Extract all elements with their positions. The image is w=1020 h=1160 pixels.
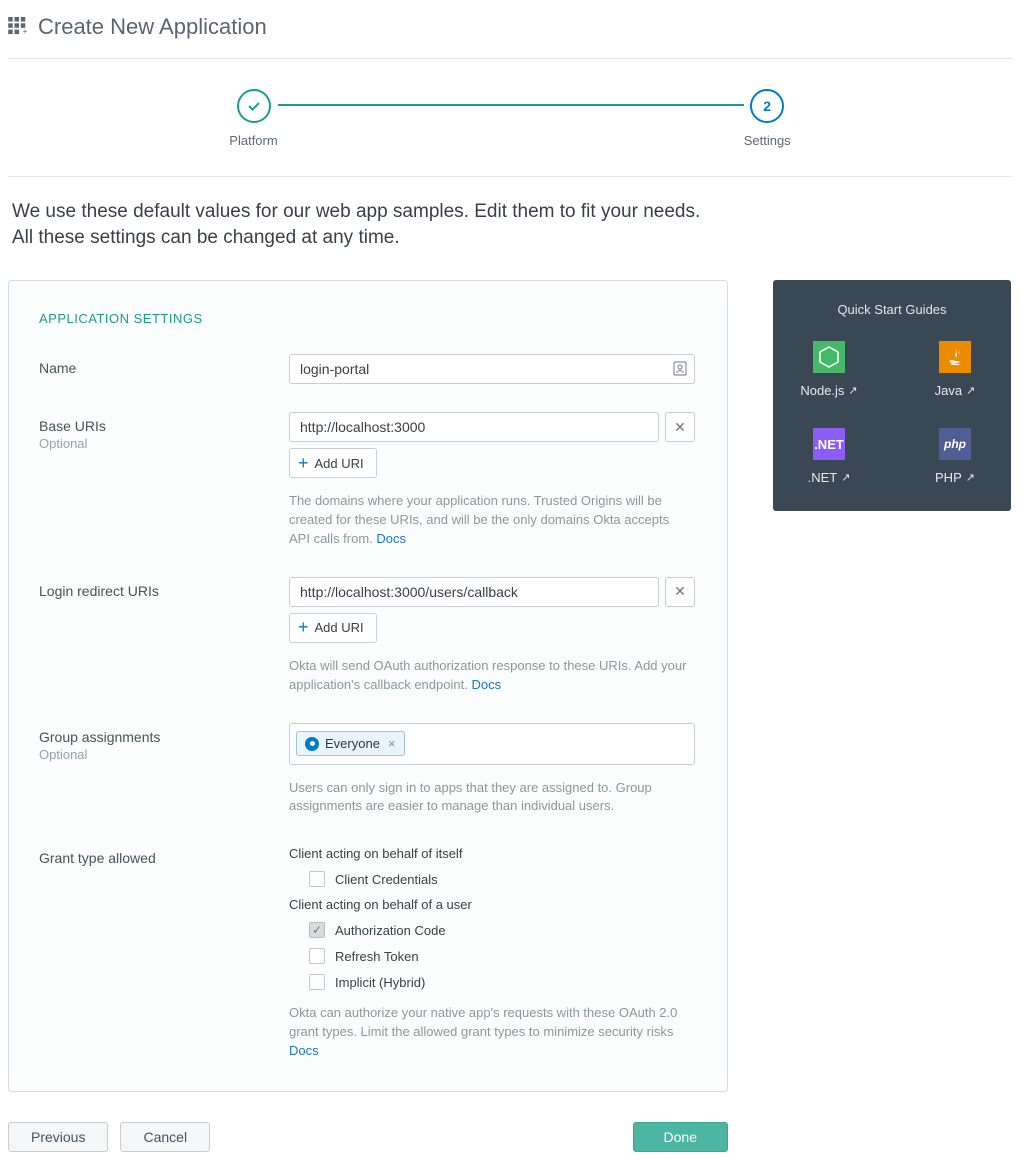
checkbox-icon [309, 974, 325, 990]
add-uri-label: Add URI [315, 456, 364, 471]
intro-line: We use these default values for our web … [12, 199, 1012, 225]
step-label: Settings [744, 133, 791, 148]
checkbox-implicit[interactable]: Implicit (Hybrid) [289, 974, 697, 990]
grant-help: Okta can authorize your native app's req… [289, 1004, 689, 1061]
external-icon: ↗ [848, 384, 857, 397]
base-uri-docs-link[interactable]: Docs [376, 531, 406, 546]
login-redirect-help: Okta will send OAuth authorization respo… [289, 657, 689, 695]
groups-input[interactable]: Everyone × [289, 723, 695, 765]
guide-label: PHP [935, 470, 962, 485]
group-chip-label: Everyone [325, 736, 380, 751]
checkbox-label: Authorization Code [335, 923, 446, 938]
java-icon [939, 341, 971, 373]
external-icon: ↗ [966, 384, 975, 397]
groups-sublabel: Optional [39, 747, 289, 762]
checkbox-authorization-code[interactable]: Authorization Code [289, 922, 697, 938]
login-redirect-docs-link[interactable]: Docs [471, 677, 501, 692]
check-icon [237, 89, 271, 123]
checkbox-label: Refresh Token [335, 949, 419, 964]
stepper: Platform 2 Settings [8, 59, 1012, 177]
guide-nodejs[interactable]: Node.js ↗ [791, 341, 867, 398]
grant-docs-link[interactable]: Docs [289, 1043, 319, 1058]
guides-title: Quick Start Guides [791, 302, 993, 317]
settings-card: APPLICATION SETTINGS Name [8, 280, 728, 1091]
checkbox-client-credentials[interactable]: Client Credentials [289, 871, 697, 887]
checkbox-icon [309, 948, 325, 964]
add-base-uri-button[interactable]: + Add URI [289, 448, 377, 478]
nodejs-icon [813, 341, 845, 373]
grant-type-label: Grant type allowed [39, 850, 289, 866]
section-title: APPLICATION SETTINGS [39, 311, 697, 326]
plus-icon: + [298, 453, 309, 474]
base-uris-label: Base URIs [39, 418, 289, 434]
intro-line: All these settings can be changed at any… [12, 225, 1012, 251]
intro-text: We use these default values for our web … [8, 177, 1012, 280]
svg-text:+: + [23, 27, 28, 35]
guides-card: Quick Start Guides Node.js ↗ Java ↗ .NET [773, 280, 1011, 511]
name-input[interactable] [289, 354, 695, 384]
page-header: + Create New Application [8, 8, 1012, 59]
group-chip-everyone[interactable]: Everyone × [296, 731, 405, 756]
close-icon: ✕ [674, 419, 686, 436]
guide-label: Node.js [800, 383, 844, 398]
login-redirect-input[interactable] [289, 577, 659, 607]
guide-java[interactable]: Java ↗ [917, 341, 993, 398]
previous-button[interactable]: Previous [8, 1122, 108, 1152]
guide-label: Java [935, 383, 962, 398]
step-platform[interactable]: Platform [229, 89, 277, 148]
external-icon: ↗ [841, 471, 850, 484]
checkbox-icon [309, 871, 325, 887]
guide-label: .NET [808, 470, 838, 485]
page-title: Create New Application [38, 14, 267, 40]
done-button[interactable]: Done [633, 1122, 728, 1152]
base-uri-input[interactable] [289, 412, 659, 442]
dotnet-icon: .NET [813, 428, 845, 460]
name-label: Name [39, 360, 289, 376]
login-redirect-label: Login redirect URIs [39, 583, 289, 599]
step-label: Platform [229, 133, 277, 148]
remove-chip-icon[interactable]: × [388, 736, 396, 751]
grant-itself-heading: Client acting on behalf of itself [289, 846, 697, 861]
groups-label: Group assignments [39, 729, 289, 745]
checkbox-label: Client Credentials [335, 872, 438, 887]
add-redirect-uri-button[interactable]: + Add URI [289, 613, 377, 643]
checkbox-refresh-token[interactable]: Refresh Token [289, 948, 697, 964]
close-icon: ✕ [674, 583, 686, 600]
step-number-icon: 2 [750, 89, 784, 123]
php-icon: php [939, 428, 971, 460]
groups-help: Users can only sign in to apps that they… [289, 779, 689, 817]
id-card-icon [673, 360, 687, 379]
grant-user-heading: Client acting on behalf of a user [289, 897, 697, 912]
plus-icon: + [298, 617, 309, 638]
remove-redirect-button[interactable]: ✕ [665, 577, 695, 607]
step-connector [278, 104, 744, 106]
apps-icon: + [8, 17, 30, 38]
remove-uri-button[interactable]: ✕ [665, 412, 695, 442]
checkbox-icon [309, 922, 325, 938]
cancel-button[interactable]: Cancel [120, 1122, 210, 1152]
external-icon: ↗ [966, 471, 975, 484]
checkbox-label: Implicit (Hybrid) [335, 975, 425, 990]
base-uri-help: The domains where your application runs.… [289, 492, 689, 549]
add-uri-label: Add URI [315, 620, 364, 635]
base-uris-sublabel: Optional [39, 436, 289, 451]
guide-dotnet[interactable]: .NET .NET↗ [791, 428, 867, 485]
step-settings[interactable]: 2 Settings [744, 89, 791, 148]
guide-php[interactable]: php PHP ↗ [917, 428, 993, 485]
group-icon [305, 737, 319, 751]
